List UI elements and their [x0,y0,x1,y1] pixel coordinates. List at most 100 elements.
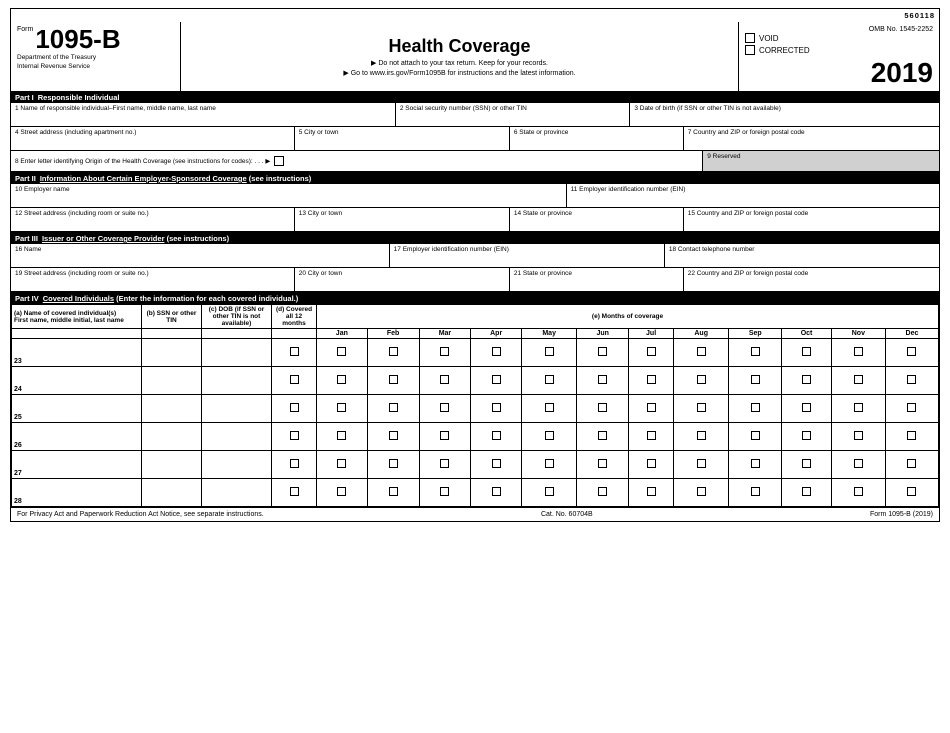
field-19-value[interactable] [15,277,290,289]
row-24-name[interactable]: 24 [12,367,142,395]
month-checkbox-27-1[interactable] [337,459,346,468]
month-checkbox-27-4[interactable] [492,459,501,468]
month-checkbox-25-12[interactable] [907,403,916,412]
month-checkbox-26-7[interactable] [647,431,656,440]
row-25-dob[interactable] [202,395,272,423]
month-checkbox-27-8[interactable] [697,459,706,468]
row-28-month-11[interactable] [831,479,885,507]
field-16-value[interactable] [15,253,385,265]
row-28-month-3[interactable] [419,479,471,507]
month-checkbox-28-9[interactable] [751,487,760,496]
row-23-month-11[interactable] [831,339,885,367]
field-11-value[interactable] [571,193,935,205]
month-checkbox-25-8[interactable] [697,403,706,412]
month-checkbox-25-3[interactable] [440,403,449,412]
field-10-value[interactable] [15,193,562,205]
row-25-month-11[interactable] [831,395,885,423]
month-checkbox-23-11[interactable] [854,347,863,356]
void-checkbox[interactable] [745,33,755,43]
row-26-month-4[interactable] [471,423,522,451]
month-checkbox-23-12[interactable] [907,347,916,356]
month-checkbox-27-11[interactable] [854,459,863,468]
month-checkbox-28-3[interactable] [440,487,449,496]
row-28-month-12[interactable] [885,479,938,507]
month-checkbox-26-12[interactable] [907,431,916,440]
row-27-month-10[interactable] [782,451,832,479]
month-checkbox-23-1[interactable] [337,347,346,356]
month-checkbox-23-2[interactable] [389,347,398,356]
row-26-month-1[interactable] [317,423,368,451]
month-checkbox-26-6[interactable] [598,431,607,440]
field-21-value[interactable] [514,277,679,289]
month-checkbox-24-10[interactable] [802,375,811,384]
month-checkbox-24-5[interactable] [545,375,554,384]
field-17-value[interactable] [394,253,660,265]
month-checkbox-27-12[interactable] [907,459,916,468]
field-12-value[interactable] [15,217,290,229]
month-checkbox-28-4[interactable] [492,487,501,496]
month-checkbox-24-1[interactable] [337,375,346,384]
row-26-month-5[interactable] [522,423,577,451]
covered-checkbox-28[interactable] [290,487,299,496]
row-26-month-8[interactable] [674,423,729,451]
field-7-value[interactable] [688,136,935,148]
row-27-month-11[interactable] [831,451,885,479]
row-26-month-7[interactable] [629,423,674,451]
month-checkbox-25-9[interactable] [751,403,760,412]
month-checkbox-23-3[interactable] [440,347,449,356]
row-24-month-1[interactable] [317,367,368,395]
row-24-month-6[interactable] [577,367,629,395]
row-24-month-8[interactable] [674,367,729,395]
row-26-month-10[interactable] [782,423,832,451]
month-checkbox-28-1[interactable] [337,487,346,496]
field-18-value[interactable] [669,253,935,265]
row-28-month-4[interactable] [471,479,522,507]
row-23-month-3[interactable] [419,339,471,367]
month-checkbox-24-2[interactable] [389,375,398,384]
row-23-month-6[interactable] [577,339,629,367]
row-25-month-12[interactable] [885,395,938,423]
row-27-month-7[interactable] [629,451,674,479]
field-3-value[interactable] [634,112,935,124]
month-checkbox-24-6[interactable] [598,375,607,384]
row-27-month-9[interactable] [729,451,782,479]
month-checkbox-27-6[interactable] [598,459,607,468]
month-checkbox-24-4[interactable] [492,375,501,384]
field-6-value[interactable] [514,136,679,148]
month-checkbox-24-8[interactable] [697,375,706,384]
row-27-month-8[interactable] [674,451,729,479]
row-28-name[interactable]: 28 [12,479,142,507]
row-26-month-11[interactable] [831,423,885,451]
row-23-name[interactable]: 23 [12,339,142,367]
row-24-month-9[interactable] [729,367,782,395]
month-checkbox-24-7[interactable] [647,375,656,384]
row-23-month-2[interactable] [367,339,419,367]
row-24-month-10[interactable] [782,367,832,395]
row-27-month-1[interactable] [317,451,368,479]
row-24-month-11[interactable] [831,367,885,395]
field-14-value[interactable] [514,217,679,229]
row-23-month-8[interactable] [674,339,729,367]
row-26-month-6[interactable] [577,423,629,451]
row-24-month-2[interactable] [367,367,419,395]
row-25-name[interactable]: 25 [12,395,142,423]
field-8-checkbox[interactable] [274,156,284,166]
row-24-month-12[interactable] [885,367,938,395]
row-27-name[interactable]: 27 [12,451,142,479]
covered-checkbox-25[interactable] [290,403,299,412]
month-checkbox-25-1[interactable] [337,403,346,412]
row-28-month-6[interactable] [577,479,629,507]
field-2-value[interactable] [400,112,626,124]
covered-checkbox-23[interactable] [290,347,299,356]
month-checkbox-28-6[interactable] [598,487,607,496]
month-checkbox-26-10[interactable] [802,431,811,440]
row-25-month-3[interactable] [419,395,471,423]
month-checkbox-26-5[interactable] [545,431,554,440]
row-27-month-12[interactable] [885,451,938,479]
month-checkbox-28-2[interactable] [389,487,398,496]
row-26-name[interactable]: 26 [12,423,142,451]
row-23-month-5[interactable] [522,339,577,367]
field-13-value[interactable] [299,217,505,229]
row-24-covered[interactable] [272,367,317,395]
row-28-month-1[interactable] [317,479,368,507]
